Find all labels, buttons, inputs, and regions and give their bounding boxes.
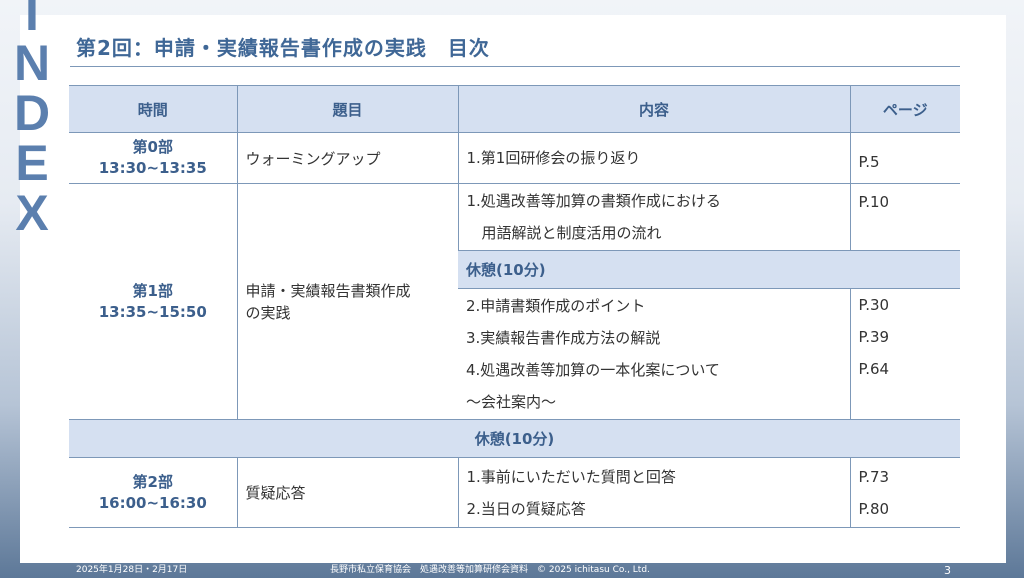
content-cell: 1.第1回研修会の振り返り	[457, 132, 850, 184]
content-cell: 1.事前にいただいた質問と回答 2.当日の質疑応答	[457, 457, 850, 528]
header-page: ページ	[849, 85, 960, 133]
page-ref: P.80	[858, 499, 890, 518]
part-label: 第1部	[132, 281, 173, 300]
page-cell: P.30 P.39 P.64	[849, 288, 960, 420]
content-item: 1.事前にいただいた質問と回答	[466, 467, 676, 486]
part-label: 第0部	[132, 138, 173, 156]
topic-cell: ウォーミングアップ	[236, 132, 458, 184]
page-ref: P.39	[858, 328, 890, 346]
content-item: 3.実績報告書作成方法の解説	[466, 329, 661, 347]
table-row: 第1部 13:35~15:50 申請・実績報告書類作成 の実践 1.処遇改善等加…	[69, 183, 960, 420]
content-cell: 1.処遇改善等加算の書類作成における 用語解説と制度活用の流れ	[457, 183, 850, 251]
content-item: 1.第1回研修会の振り返り	[466, 149, 641, 167]
index-vertical-label: I N D E X	[6, 0, 58, 238]
title-divider	[70, 66, 960, 67]
content-item: 2.当日の質疑応答	[466, 499, 586, 518]
page-cell: P.10	[849, 183, 960, 251]
topic-line: の実践	[245, 303, 291, 322]
content-item: 用語解説と制度活用の流れ	[466, 224, 662, 242]
page-ref: P.5	[858, 153, 880, 171]
time-range: 13:30~13:35	[98, 159, 207, 177]
index-letter: N	[13, 35, 51, 91]
content-cell: 2.申請書類作成のポイント 3.実績報告書作成方法の解説 4.処遇改善等加算の一…	[458, 288, 850, 420]
index-letter: I	[25, 0, 39, 41]
part-label: 第2部	[132, 472, 173, 491]
index-letter: E	[15, 135, 49, 191]
time-cell: 第2部 16:00~16:30	[69, 457, 237, 528]
content-item: 1.処遇改善等加算の書類作成における	[466, 192, 721, 210]
index-letter: X	[15, 185, 49, 241]
index-letter: D	[13, 85, 51, 141]
page-number: 3	[944, 564, 951, 577]
page-cell: P.5	[849, 132, 960, 184]
time-range: 16:00~16:30	[98, 493, 207, 512]
time-cell: 第0部 13:30~13:35	[69, 132, 237, 184]
time-cell: 第1部 13:35~15:50	[69, 183, 237, 420]
table-row: 第0部 13:30~13:35 ウォーミングアップ 1.第1回研修会の振り返り …	[69, 132, 960, 184]
page-ref: P.64	[858, 360, 890, 378]
time-range: 13:35~15:50	[98, 302, 207, 321]
page-title: 第2回：申請・実績報告書作成の実践 目次	[76, 36, 490, 60]
agenda-table: 時間 題目 内容 ページ 第0部 13:30~13:35 ウォーミングアップ 1…	[69, 85, 960, 528]
content-item: 4.処遇改善等加算の一本化案について	[466, 361, 720, 379]
topic-line: 申請・実績報告書類作成	[245, 281, 411, 300]
content-item: 2.申請書類作成のポイント	[466, 297, 646, 315]
page-cell: P.73 P.80	[849, 457, 960, 528]
break-row: 休憩(10分)	[69, 419, 960, 458]
table-header-row: 時間 題目 内容 ページ	[69, 85, 960, 133]
header-topic: 題目	[236, 85, 458, 133]
table-row: 第2部 16:00~16:30 質疑応答 1.事前にいただいた質問と回答 2.当…	[69, 457, 960, 528]
page-ref: P.30	[858, 296, 890, 314]
topic-cell: 申請・実績報告書類作成 の実践	[236, 183, 458, 420]
break-label: 休憩(10分)	[69, 419, 960, 458]
header-content: 内容	[457, 85, 850, 133]
break-label: 休憩(10分)	[458, 250, 960, 289]
page-ref: P.73	[858, 467, 890, 486]
footer-credit: 長野市私立保育協会 処遇改善等加算研修会資料 © 2025 ichitasu C…	[330, 565, 650, 575]
topic-cell: 質疑応答	[236, 457, 458, 528]
page-ref: P.10	[858, 193, 890, 211]
footer-date: 2025年1月28日・2月17日	[76, 565, 188, 575]
header-time: 時間	[69, 85, 237, 133]
content-item: ～会社案内～	[466, 393, 557, 411]
